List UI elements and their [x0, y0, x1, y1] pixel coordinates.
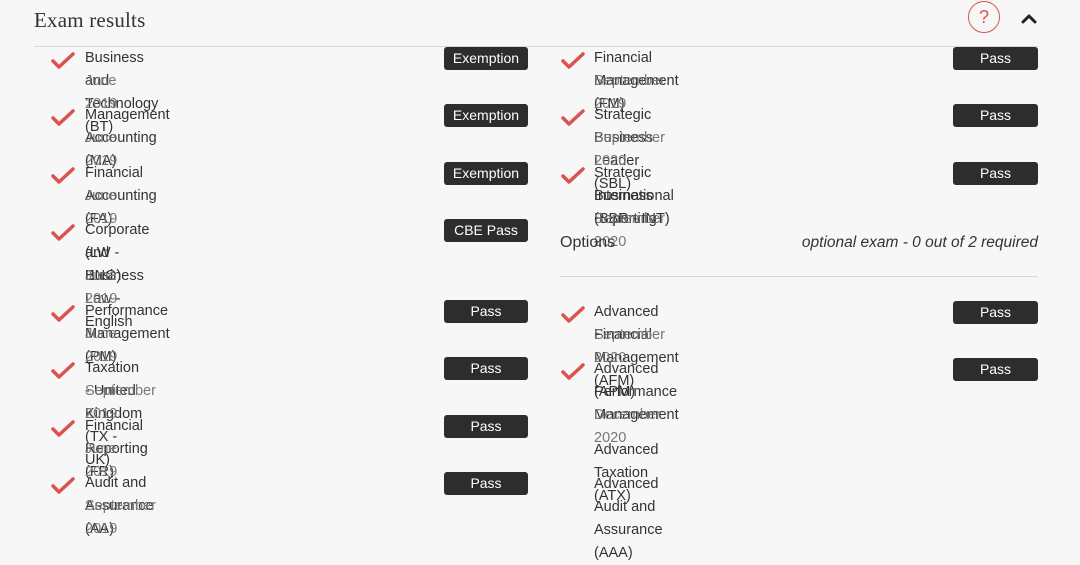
options-divider	[560, 276, 1038, 277]
status-badge: Pass	[444, 357, 528, 380]
checkmark-icon	[561, 109, 585, 126]
header-divider	[34, 46, 1038, 47]
checkmark-icon	[561, 306, 585, 323]
options-label: Options	[560, 234, 616, 251]
exam-name: Advanced Audit and Assurance (AAA)	[594, 476, 663, 561]
checkmark-icon	[51, 224, 75, 241]
checkmark-icon	[561, 52, 585, 69]
status-badge: Exemption	[444, 47, 528, 70]
checkmark-icon	[51, 167, 75, 184]
page-title: Exam results	[34, 8, 146, 32]
checkmark-icon	[51, 362, 75, 379]
status-badge: Pass	[953, 47, 1038, 70]
checkmark-icon	[51, 109, 75, 126]
status-badge: Pass	[953, 162, 1038, 185]
checkmark-icon	[51, 420, 75, 437]
checkmark-icon	[561, 363, 585, 380]
checkmark-icon	[51, 477, 75, 494]
checkmark-icon	[51, 52, 75, 69]
exam-name-continued: (APM)	[594, 384, 636, 400]
status-badge: Pass	[953, 358, 1038, 381]
status-badge: Pass	[444, 415, 528, 438]
status-badge: Pass	[953, 104, 1038, 127]
checkmark-icon	[561, 167, 585, 184]
status-badge: Exemption	[444, 104, 528, 127]
options-requirement: optional exam - 0 out of 2 required	[801, 234, 1038, 251]
status-badge: CBE Pass	[444, 219, 528, 242]
checkmark-icon	[51, 305, 75, 322]
status-badge: Pass	[953, 301, 1038, 324]
exam-date: September 2019	[85, 498, 156, 537]
status-badge: Pass	[444, 300, 528, 323]
help-icon[interactable]: ?	[968, 1, 1000, 33]
status-badge: Pass	[444, 472, 528, 495]
status-badge: Exemption	[444, 162, 528, 185]
chevron-up-icon[interactable]	[1018, 8, 1040, 28]
